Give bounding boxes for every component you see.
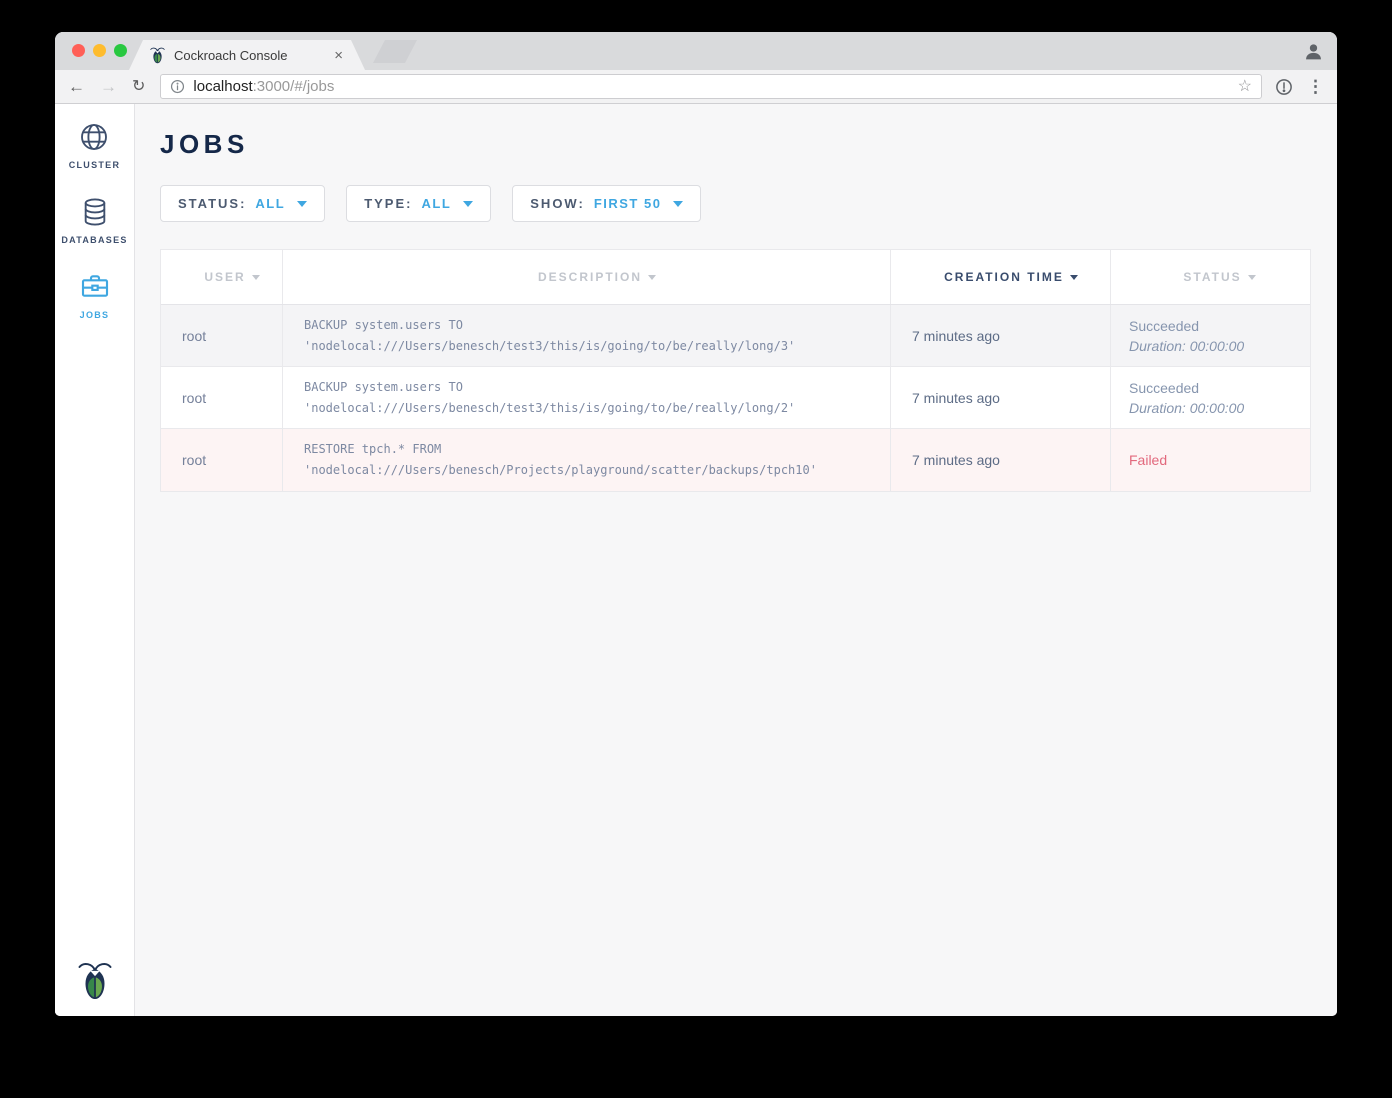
cockroach-console-app: CLUSTER DATABASES: [55, 104, 1337, 1016]
sort-arrow-icon: [648, 275, 656, 280]
extension-icon[interactable]: [1275, 78, 1293, 96]
tab-title: Cockroach Console: [174, 48, 326, 63]
back-button[interactable]: ←: [68, 78, 85, 95]
column-header-description[interactable]: DESCRIPTION: [283, 250, 891, 304]
new-tab-button[interactable]: [373, 40, 417, 63]
close-window-button[interactable]: [72, 44, 85, 57]
column-header-status[interactable]: STATUS: [1111, 250, 1310, 304]
status-cell: Failed: [1111, 429, 1310, 491]
tab-close-icon[interactable]: ×: [334, 48, 345, 63]
jobs-table: USER DESCRIPTION CREATION TIME STATUS: [160, 249, 1311, 492]
sidebar-item-label: DATABASES: [61, 235, 127, 245]
creation-time-cell: 7 minutes ago: [891, 429, 1111, 491]
status-badge: Succeeded: [1129, 378, 1310, 398]
bookmark-star-icon[interactable]: ☆: [1238, 79, 1252, 95]
show-filter-dropdown[interactable]: SHOW: FIRST 50: [512, 185, 701, 222]
type-filter-dropdown[interactable]: TYPE: ALL: [346, 185, 491, 222]
browser-toolbar: ← → ↻ localhost:3000/#/jobs ☆ ⋮: [55, 70, 1337, 104]
user-cell: root: [161, 305, 283, 366]
column-header-label: USER: [204, 270, 245, 284]
filter-label: SHOW:: [530, 196, 585, 211]
table-row[interactable]: root RESTORE tpch.* FROM 'nodelocal:///U…: [161, 429, 1310, 491]
sidebar-item-jobs[interactable]: JOBS: [79, 271, 111, 320]
filter-value: ALL: [421, 196, 451, 211]
browser-menu-icon[interactable]: ⋮: [1307, 78, 1324, 95]
sidebar-item-label: CLUSTER: [69, 160, 121, 170]
url-text: localhost:3000/#/jobs: [193, 78, 334, 95]
table-row[interactable]: root BACKUP system.users TO 'nodelocal:/…: [161, 367, 1310, 429]
status-cell: Succeeded Duration: 00:00:00: [1111, 367, 1310, 428]
minimize-window-button[interactable]: [93, 44, 106, 57]
cockroach-favicon-icon: [149, 46, 166, 64]
database-icon: [79, 196, 111, 228]
user-cell: root: [161, 367, 283, 428]
sidebar: CLUSTER DATABASES: [55, 104, 135, 1016]
filter-label: TYPE:: [364, 196, 412, 211]
url-host: localhost: [193, 78, 252, 95]
description-cell: BACKUP system.users TO 'nodelocal:///Use…: [283, 305, 891, 366]
chevron-down-icon: [463, 201, 473, 207]
cockroachdb-logo: [76, 958, 114, 1002]
creation-time-cell: 7 minutes ago: [891, 305, 1111, 366]
chevron-down-icon: [673, 201, 683, 207]
column-header-label: STATUS: [1183, 270, 1241, 284]
column-header-label: CREATION TIME: [944, 270, 1064, 284]
page-title: JOBS: [160, 129, 1311, 160]
window-controls: [72, 44, 127, 57]
profile-icon[interactable]: [1303, 41, 1324, 62]
fullscreen-window-button[interactable]: [114, 44, 127, 57]
address-bar[interactable]: localhost:3000/#/jobs ☆: [160, 74, 1262, 99]
tab-strip: Cockroach Console ×: [55, 32, 1337, 70]
forward-button[interactable]: →: [100, 78, 117, 95]
sort-arrow-icon: [1248, 275, 1256, 280]
filter-value: FIRST 50: [594, 196, 662, 211]
briefcase-icon: [79, 271, 111, 303]
status-badge: Failed: [1129, 452, 1310, 468]
sort-arrow-icon: [252, 275, 260, 280]
column-header-creation-time[interactable]: CREATION TIME: [891, 250, 1111, 304]
description-cell: RESTORE tpch.* FROM 'nodelocal:///Users/…: [283, 429, 891, 491]
filter-bar: STATUS: ALL TYPE: ALL SHOW: FIRST 50: [160, 185, 1311, 222]
column-header-user[interactable]: USER: [161, 250, 283, 304]
sort-arrow-icon: [1070, 275, 1078, 280]
sidebar-item-label: JOBS: [80, 310, 110, 320]
reload-button[interactable]: ↻: [132, 79, 145, 95]
sidebar-item-cluster[interactable]: CLUSTER: [69, 121, 121, 170]
column-header-label: DESCRIPTION: [538, 270, 642, 284]
table-header-row: USER DESCRIPTION CREATION TIME STATUS: [161, 250, 1310, 305]
page-info-icon[interactable]: [170, 79, 185, 94]
browser-window: Cockroach Console × ← → ↻ localhost:3000…: [55, 32, 1337, 1016]
duration-text: Duration: 00:00:00: [1129, 398, 1310, 418]
chevron-down-icon: [297, 201, 307, 207]
jobs-page: JOBS STATUS: ALL TYPE: ALL SHOW: FIRST 5…: [135, 104, 1337, 1016]
browser-tab[interactable]: Cockroach Console ×: [129, 40, 365, 70]
status-badge: Succeeded: [1129, 316, 1310, 336]
duration-text: Duration: 00:00:00: [1129, 336, 1310, 356]
globe-icon: [78, 121, 110, 153]
url-path: :3000/#/jobs: [253, 78, 335, 95]
description-cell: BACKUP system.users TO 'nodelocal:///Use…: [283, 367, 891, 428]
sidebar-item-databases[interactable]: DATABASES: [61, 196, 127, 245]
status-filter-dropdown[interactable]: STATUS: ALL: [160, 185, 325, 222]
user-cell: root: [161, 429, 283, 491]
creation-time-cell: 7 minutes ago: [891, 367, 1111, 428]
filter-value: ALL: [255, 196, 285, 211]
status-cell: Succeeded Duration: 00:00:00: [1111, 305, 1310, 366]
filter-label: STATUS:: [178, 196, 246, 211]
table-row[interactable]: root BACKUP system.users TO 'nodelocal:/…: [161, 305, 1310, 367]
